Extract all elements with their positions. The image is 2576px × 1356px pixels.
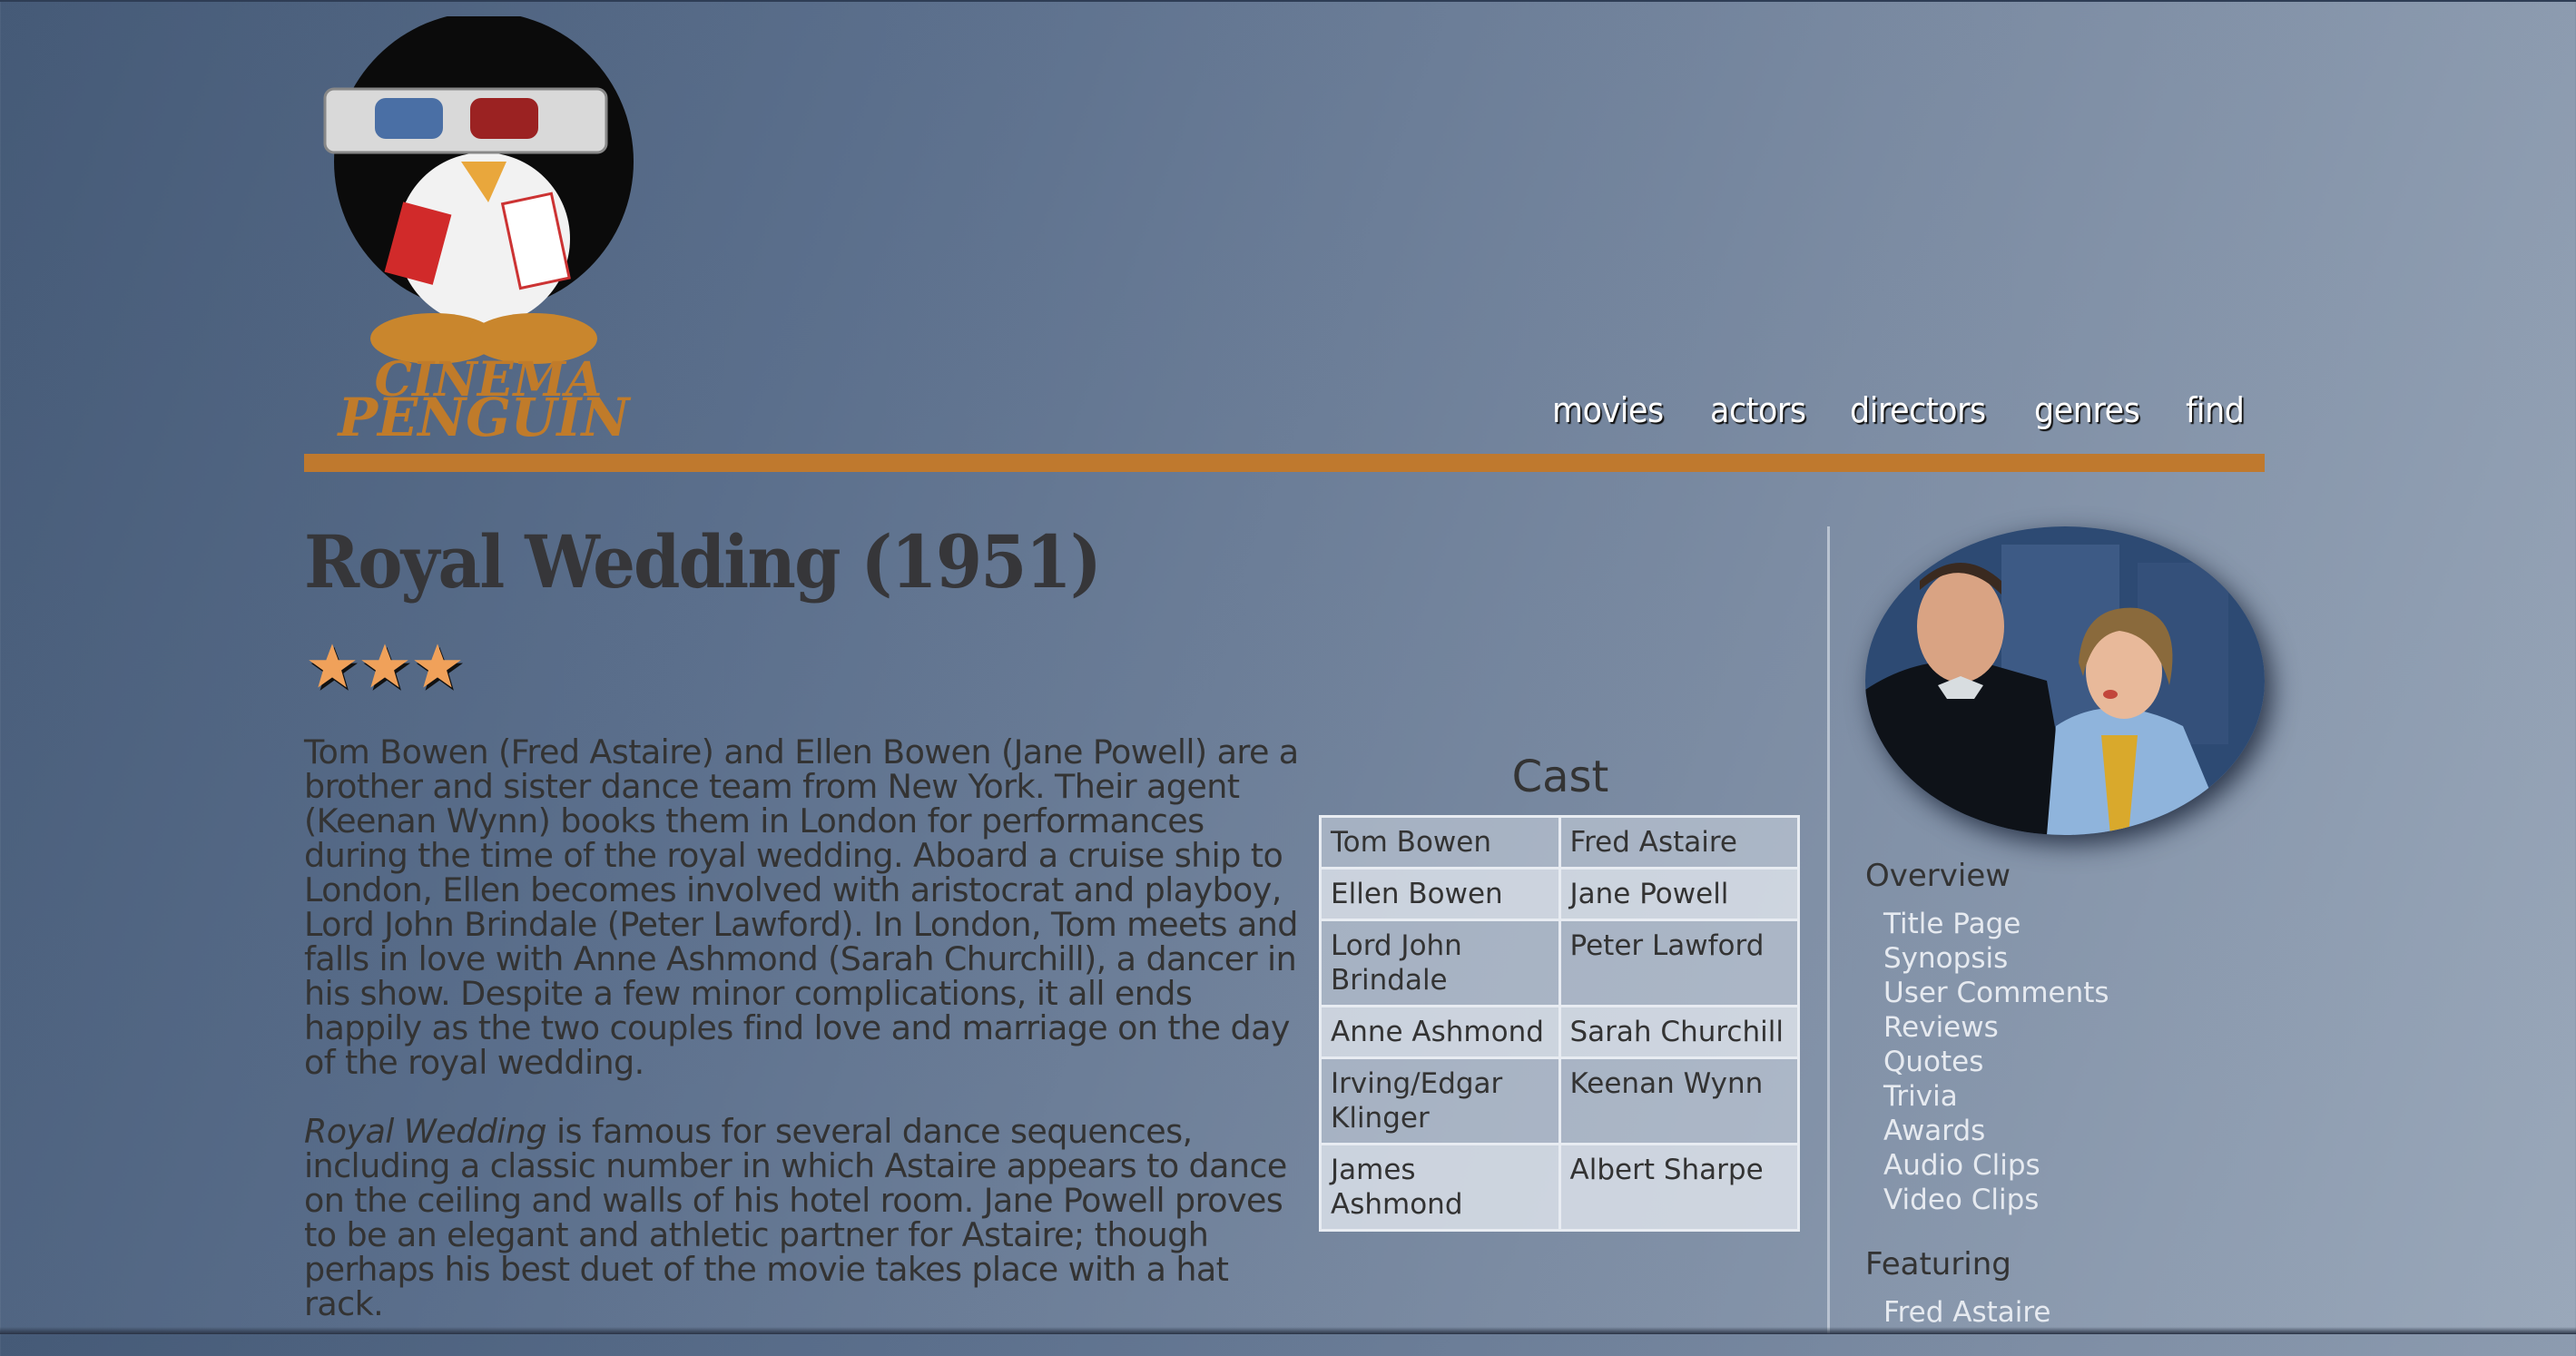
synopsis: Tom Bowen (Fred Astaire) and Ellen Bowen… <box>304 735 1303 1356</box>
nav-movies[interactable]: movies <box>1552 390 1664 430</box>
cast-actor[interactable]: Jane Powell <box>1558 867 1800 921</box>
nav-find[interactable]: find <box>2186 390 2245 430</box>
overview-heading: Overview <box>1865 858 2011 894</box>
cast-actor[interactable]: Sarah Churchill <box>1558 1005 1800 1059</box>
nav-actors[interactable]: actors <box>1710 390 1806 430</box>
cast-role: Anne Ashmond <box>1319 1005 1561 1059</box>
cast-role: James Ashmond <box>1319 1143 1561 1232</box>
overview-links: Title Page Synopsis User Comments Reviews Qu… <box>1883 907 2109 1217</box>
cast-actor[interactable]: Keenan Wynn <box>1558 1056 1800 1145</box>
main-nav: movies actors directors genres find <box>1552 390 2249 430</box>
window-top-edge <box>0 0 2576 2</box>
nav-directors[interactable]: directors <box>1850 390 1986 430</box>
nav-genres[interactable]: genres <box>2034 390 2140 430</box>
sidebar-overview-link[interactable]: Reviews <box>1883 1010 2109 1045</box>
sidebar-featuring-link[interactable]: Fred Astaire <box>1883 1295 2109 1330</box>
cast-actor[interactable]: Albert Sharpe <box>1558 1143 1800 1232</box>
synopsis-paragraph-1: Tom Bowen (Fred Astaire) and Ellen Bowen… <box>304 732 1299 1082</box>
sidebar-overview-link[interactable]: Audio Clips <box>1883 1148 2109 1183</box>
cast-actor[interactable]: Fred Astaire <box>1558 815 1800 870</box>
cast-row: Tom Bowen Fred Astaire <box>1319 815 1800 870</box>
cast-table: Tom Bowen Fred Astaire Ellen Bowen Jane Pow… <box>1319 815 1800 1232</box>
sidebar: Overview Title Page Synopsis User Comments… <box>1865 858 2109 1330</box>
cast-role: Lord John Brindale <box>1319 919 1561 1007</box>
penguin-icon <box>323 16 634 364</box>
cast-role: Tom Bowen <box>1319 815 1561 870</box>
cast-row: Lord John Brindale Peter Lawford <box>1319 919 1800 1007</box>
window-bottom-shadow <box>0 1327 2576 1334</box>
header-divider-bar <box>304 454 2265 472</box>
cast-row: Ellen Bowen Jane Powell <box>1319 867 1800 921</box>
cast-role: Irving/Edgar Klinger <box>1319 1056 1561 1145</box>
movie-still-image <box>1865 526 2265 835</box>
star-icon <box>414 644 463 691</box>
sidebar-overview-link[interactable]: Video Clips <box>1883 1183 2109 1217</box>
cast-row: James Ashmond Albert Sharpe <box>1319 1143 1800 1232</box>
movie-still-illustration <box>1865 526 2265 835</box>
synopsis-paragraph-2: Royal Wedding is famous for several danc… <box>304 1115 1303 1322</box>
featuring-links: Fred Astaire <box>1883 1295 2109 1330</box>
sidebar-overview-link[interactable]: User Comments <box>1883 976 2109 1010</box>
sidebar-divider <box>1827 526 1830 1334</box>
sidebar-overview-link[interactable]: Awards <box>1883 1114 2109 1148</box>
cast-row: Anne Ashmond Sarah Churchill <box>1319 1005 1800 1059</box>
featuring-heading: Featuring <box>1865 1246 2011 1282</box>
page-title: Royal Wedding (1951) <box>304 519 1102 604</box>
cast-heading: Cast <box>1511 752 1609 802</box>
sidebar-overview-link[interactable]: Quotes <box>1883 1045 2109 1079</box>
movie-title-italic: Royal Wedding <box>304 1112 547 1151</box>
cinema-penguin-logo[interactable]: CINEMA PENGUIN <box>307 16 670 443</box>
cast-row: Irving/Edgar Klinger Keenan Wynn <box>1319 1056 1800 1145</box>
sidebar-overview-link[interactable]: Trivia <box>1883 1079 2109 1114</box>
sidebar-overview-link[interactable]: Title Page <box>1883 907 2109 941</box>
star-icon <box>361 644 410 691</box>
star-rating <box>307 641 463 692</box>
logo-text-penguin: PENGUIN <box>336 387 631 443</box>
sidebar-overview-link[interactable]: Synopsis <box>1883 941 2109 976</box>
cast-actor[interactable]: Peter Lawford <box>1558 919 1800 1007</box>
star-icon <box>309 644 358 691</box>
cast-role: Ellen Bowen <box>1319 867 1561 921</box>
